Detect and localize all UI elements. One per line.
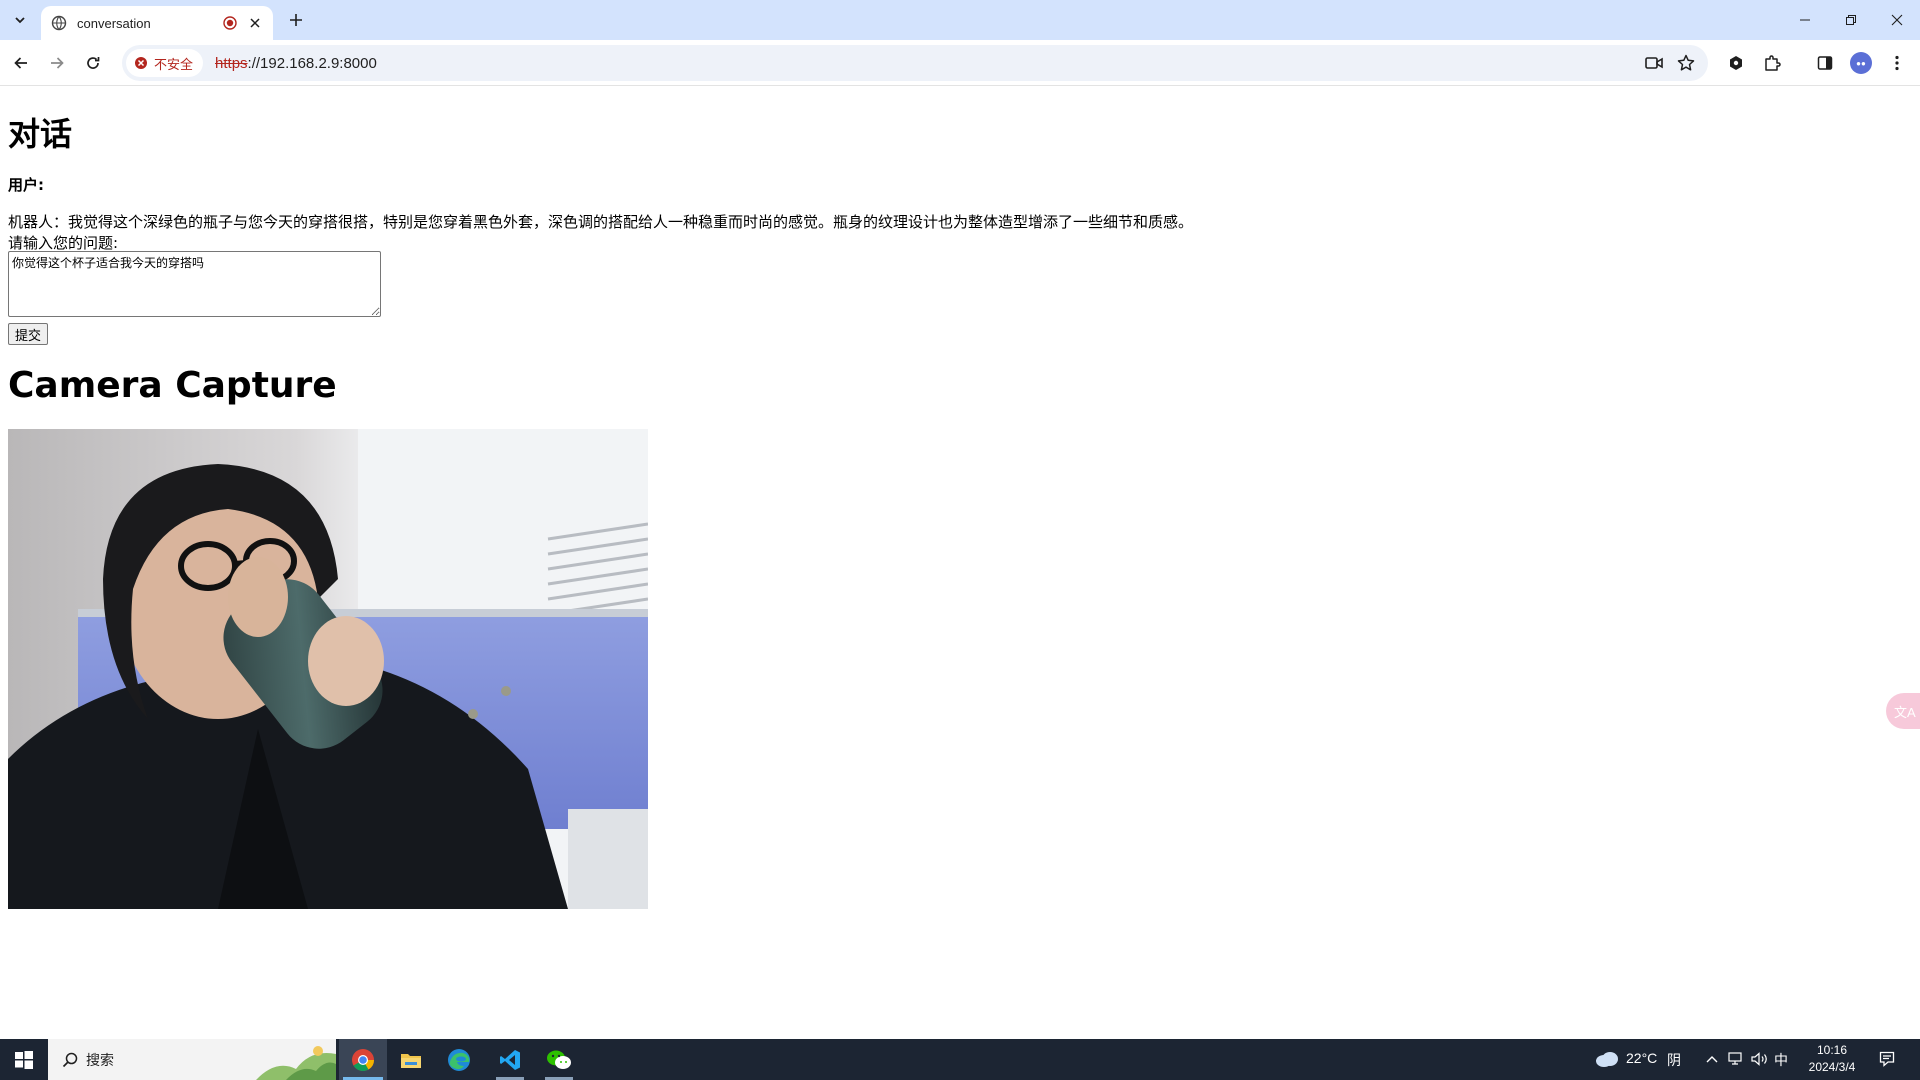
camera-title: Camera Capture [8, 365, 337, 406]
side-panel-button[interactable] [1813, 51, 1837, 75]
wechat-icon [547, 1050, 571, 1069]
search-highlight-icon [256, 1046, 336, 1080]
vscode-icon [500, 1049, 520, 1070]
security-label: 不安全 [154, 56, 194, 72]
search-icon [62, 1052, 78, 1067]
notification-icon [1879, 1051, 1895, 1067]
volume-icon[interactable] [1750, 1049, 1770, 1069]
reload-button[interactable] [77, 47, 109, 79]
kebab-menu-icon [1895, 55, 1899, 71]
taskbar-vscode[interactable] [486, 1039, 534, 1080]
minimize-icon [1800, 19, 1810, 21]
network-icon[interactable] [1727, 1049, 1747, 1069]
translate-float-button[interactable]: 文A [1886, 693, 1920, 729]
camera-feed-image [8, 429, 648, 909]
restore-button[interactable] [1828, 0, 1874, 40]
input-method-indicator[interactable]: 中 [1774, 1050, 1788, 1070]
side-panel-icon [1817, 56, 1833, 70]
search-placeholder: 搜索 [86, 1051, 114, 1068]
user-label: 用户: [8, 176, 44, 194]
tab-title: conversation [77, 15, 151, 31]
url-scheme: https [215, 54, 248, 72]
chevron-up-icon [1706, 1056, 1718, 1063]
plus-icon [290, 14, 302, 26]
camera-in-use-button[interactable] [1642, 51, 1666, 75]
clock-time: 10:16 [1816, 1043, 1848, 1057]
close-icon [1891, 14, 1903, 26]
chevron-down-icon [15, 17, 25, 24]
weather-temp[interactable]: 22°C [1626, 1050, 1657, 1066]
extensions-button[interactable] [1760, 51, 1784, 75]
web-page: 对话 用户: 机器人：我觉得这个深绿色的瓶子与您今天的穿搭很搭，特别是您穿着黑色… [0, 87, 1920, 1039]
bookmark-button[interactable] [1674, 51, 1698, 75]
warning-icon [135, 57, 147, 69]
minimize-button[interactable] [1782, 0, 1828, 40]
recording-icon [223, 16, 237, 30]
extension-button[interactable] [1724, 51, 1748, 75]
folder-icon [401, 1053, 421, 1068]
notification-button[interactable] [1877, 1049, 1897, 1069]
windows-logo-icon [15, 1050, 33, 1069]
clock-date: 2024/3/4 [1808, 1060, 1856, 1074]
taskbar-clock[interactable]: 10:16 2024/3/4 [1800, 1042, 1864, 1076]
arrow-left-icon [14, 57, 27, 69]
reload-icon [87, 57, 100, 69]
taskbar-chrome[interactable] [339, 1039, 387, 1080]
taskbar-file-explorer[interactable] [387, 1039, 435, 1080]
tab-search-button[interactable] [8, 8, 32, 32]
chrome-icon [352, 1048, 374, 1071]
forward-button[interactable] [41, 47, 73, 79]
tab-strip: conversation [0, 0, 1920, 40]
weather-icon[interactable] [1594, 1049, 1620, 1069]
profile-button[interactable]: ●● [1849, 51, 1873, 75]
url-text[interactable]: https://192.168.2.9:8000 [215, 55, 377, 72]
browser-toolbar: 不安全 https://192.168.2.9:8000 ●● [0, 40, 1920, 86]
close-window-button[interactable] [1874, 0, 1920, 40]
browser-menu-button[interactable] [1885, 51, 1909, 75]
back-button[interactable] [5, 47, 37, 79]
arrow-right-icon [51, 57, 64, 69]
restore-icon [1846, 15, 1856, 25]
taskbar: 搜索 22°C 阴 中 10:16 2024/3/4 [0, 1039, 1920, 1080]
show-hidden-icons-button[interactable] [1702, 1049, 1722, 1069]
shield-extension-icon [1730, 56, 1742, 70]
start-button[interactable] [0, 1039, 48, 1080]
new-tab-button[interactable] [282, 8, 310, 32]
globe-icon [51, 15, 67, 31]
taskbar-wechat[interactable] [535, 1039, 583, 1080]
bot-reply: 机器人：我觉得这个深绿色的瓶子与您今天的穿搭很搭，特别是您穿着黑色外套，深色调的… [8, 213, 1194, 231]
edge-icon [448, 1048, 470, 1071]
avatar: ●● [1850, 52, 1872, 74]
taskbar-search[interactable]: 搜索 [48, 1039, 336, 1080]
taskbar-edge[interactable] [435, 1039, 483, 1080]
submit-button[interactable]: 提交 [8, 323, 49, 345]
close-icon[interactable] [247, 15, 263, 31]
translate-icon: 文A [1894, 704, 1916, 720]
address-bar[interactable]: 不安全 https://192.168.2.9:8000 [122, 45, 1708, 81]
security-indicator[interactable]: 不安全 [126, 49, 204, 77]
question-label: 请输入您的问题: [8, 234, 119, 252]
question-input[interactable]: 你觉得这个杯子适合我今天的穿搭吗 [8, 251, 381, 317]
browser-tab[interactable]: conversation [41, 6, 273, 40]
url-host: ://192.168.2.9:8000 [247, 54, 377, 72]
video-camera-icon [1645, 57, 1663, 69]
star-icon [1677, 54, 1695, 71]
puzzle-icon [1765, 55, 1781, 71]
weather-desc[interactable]: 阴 [1667, 1050, 1681, 1070]
page-title: 对话 [8, 115, 73, 153]
